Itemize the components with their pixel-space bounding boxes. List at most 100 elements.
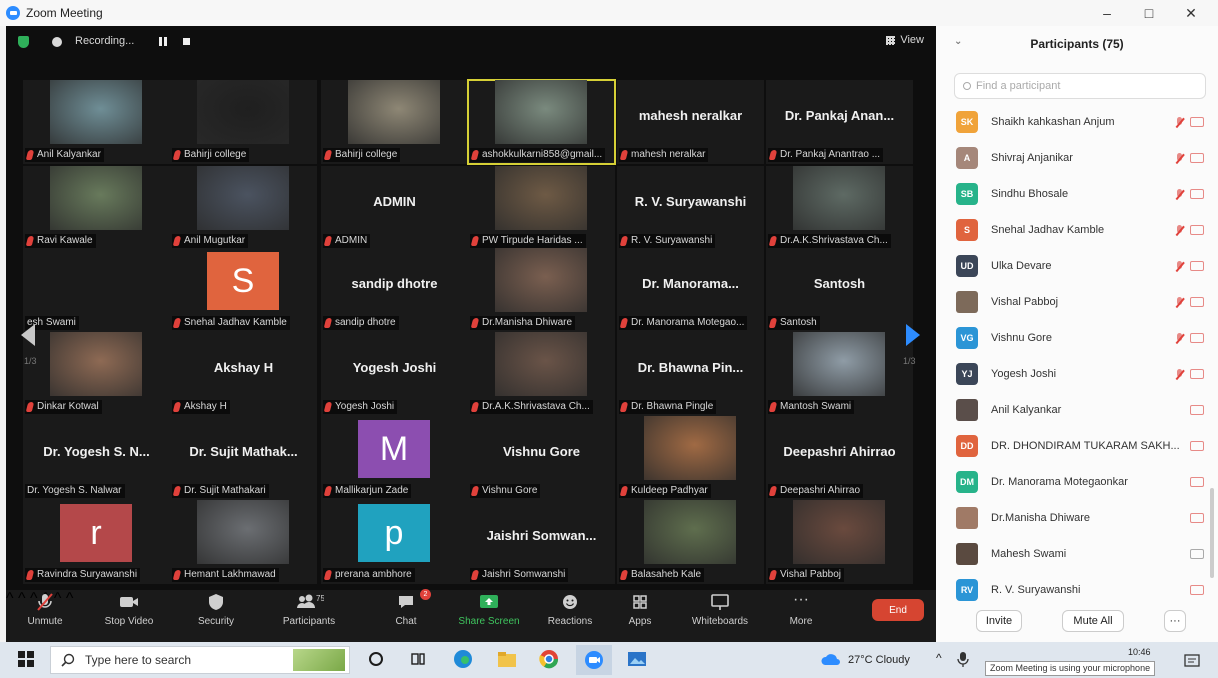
zoom-taskbar-button[interactable]	[576, 645, 612, 675]
audio-options-caret-icon[interactable]: ^	[6, 590, 14, 607]
muted-microphone-icon	[25, 570, 35, 580]
stop-video-button[interactable]: Stop Video	[98, 592, 160, 627]
weather-cloud-icon[interactable]	[820, 652, 842, 666]
participant-video-tile[interactable]: Anil Kalyankar	[23, 80, 170, 164]
security-button[interactable]: Security	[191, 592, 241, 627]
participant-video-tile[interactable]: Dr. Sujit Mathak... Dr. Sujit Mathakari	[170, 416, 317, 500]
participant-video-tile[interactable]: Bahirji college	[321, 80, 468, 164]
stop-recording-icon[interactable]	[183, 38, 190, 45]
video-off-icon	[1190, 585, 1204, 595]
participant-list-item[interactable]: RV R. V. Suryawanshi	[956, 572, 1204, 608]
panel-more-button[interactable]: ···	[1164, 610, 1186, 632]
participant-list-item[interactable]: VG Vishnu Gore	[956, 320, 1204, 356]
share-screen-button[interactable]: Share Screen	[454, 592, 524, 627]
participant-video-tile[interactable]: Dr. Bhawna Pin... Dr. Bhawna Pingle	[617, 332, 764, 416]
participant-video-tile[interactable]: Dr.A.K.Shrivastava Ch...	[766, 166, 913, 250]
participant-video-tile[interactable]: Balasaheb Kale	[617, 500, 764, 584]
participant-video-tile[interactable]: Bahirji college	[170, 80, 317, 164]
invite-button[interactable]: Invite	[976, 610, 1022, 632]
participant-video-tile[interactable]: Dr. Manorama... Dr. Manorama Motegao...	[617, 248, 764, 332]
participant-video-tile[interactable]: Ravi Kawale	[23, 166, 170, 250]
unmute-button[interactable]: Unmute	[20, 592, 70, 627]
participant-video-tile[interactable]: r Ravindra Suryawanshi	[23, 500, 170, 584]
participant-name-text: Ravindra Suryawanshi	[37, 569, 138, 580]
view-button[interactable]: View	[886, 34, 924, 46]
participant-video-tile[interactable]: Jaishri Somwan... Jaishri Somwanshi	[468, 500, 615, 584]
participant-video-tile[interactable]: esh Swami	[23, 248, 170, 332]
participant-list-item[interactable]: YJ Yogesh Joshi	[956, 356, 1204, 392]
participant-list-item[interactable]: Dr.Manisha Dhiware	[956, 500, 1204, 536]
find-participant-input[interactable]: Find a participant	[954, 73, 1206, 99]
participant-video-tile[interactable]: sandip dhotre sandip dhotre	[321, 248, 468, 332]
participant-video-tile[interactable]: Mantosh Swami	[766, 332, 913, 416]
weather-text[interactable]: 27°C Cloudy	[848, 654, 910, 666]
participant-name-text: Akshay H	[184, 401, 227, 412]
participant-name-label: Dr. Bhawna Pingle	[619, 400, 717, 414]
participant-video-tile[interactable]: R. V. Suryawanshi R. V. Suryawanshi	[617, 166, 764, 250]
participant-video-tile[interactable]: Vishal Pabboj	[766, 500, 913, 584]
participant-list-item[interactable]: UD Ulka Devare	[956, 248, 1204, 284]
chrome-browser-icon[interactable]	[538, 648, 560, 670]
chat-button[interactable]: 2 Chat	[386, 589, 431, 627]
mute-all-button[interactable]: Mute All	[1062, 610, 1124, 632]
participant-list-item[interactable]: Anil Kalyankar	[956, 392, 1204, 428]
cortana-icon[interactable]	[368, 651, 384, 667]
participant-video-tile[interactable]: Akshay H Akshay H	[170, 332, 317, 416]
edge-browser-icon[interactable]	[452, 648, 474, 670]
participant-list-item[interactable]: SK Shaikh kahkashan Anjum	[956, 104, 1204, 140]
participant-video-tile[interactable]: p prerana ambhore	[321, 500, 468, 584]
participant-video-tile[interactable]: Anil Mugutkar	[170, 166, 317, 250]
participant-video-tile[interactable]: S Snehal Jadhav Kamble	[170, 248, 317, 332]
whiteboards-button[interactable]: Whiteboards	[686, 592, 754, 627]
photos-app-icon[interactable]	[626, 648, 648, 670]
more-button[interactable]: ··· More	[781, 592, 821, 628]
collapse-panel-chevron-icon[interactable]: ⌄	[954, 36, 962, 47]
participant-video-tile[interactable]: ashokkulkarni858@gmail...	[467, 79, 616, 165]
participant-video-tile[interactable]: Yogesh Joshi Yogesh Joshi	[321, 332, 468, 416]
participants-button[interactable]: 75 Participants	[276, 592, 342, 627]
participant-list-item[interactable]: DD DR. DHONDIRAM TUKARAM SAKH...	[956, 428, 1204, 464]
participant-video-tile[interactable]: Hemant Lakhmawad	[170, 500, 317, 584]
participant-video-tile[interactable]: PW Tirpude Haridas ...	[468, 166, 615, 250]
participant-list-scrollbar[interactable]	[1210, 488, 1214, 578]
task-view-icon[interactable]	[410, 651, 426, 667]
muted-microphone-icon	[619, 486, 629, 496]
previous-page-arrow-icon[interactable]	[21, 324, 35, 346]
participant-video-tile[interactable]: Deepashri Ahirrao Deepashri Ahirrao	[766, 416, 913, 500]
participant-video-tile[interactable]: Dinkar Kotwal	[23, 332, 170, 416]
windows-start-icon[interactable]	[18, 651, 34, 667]
participant-video-tile[interactable]: Vishnu Gore Vishnu Gore	[468, 416, 615, 500]
microphone-in-use-icon[interactable]	[956, 651, 970, 667]
pause-recording-icon[interactable]	[159, 37, 167, 46]
participant-list-item[interactable]: A Shivraj Anjanikar	[956, 140, 1204, 176]
participant-list-item[interactable]: S Snehal Jadhav Kamble	[956, 212, 1204, 248]
file-explorer-icon[interactable]	[496, 648, 518, 670]
participant-video-tile[interactable]: mahesh neralkar mahesh neralkar	[617, 80, 764, 164]
participant-avatar	[956, 291, 978, 313]
participant-list-item[interactable]: SB Sindhu Bhosale	[956, 176, 1204, 212]
participant-list-item[interactable]: DM Dr. Manorama Motegaonkar	[956, 464, 1204, 500]
participant-video-tile[interactable]: Dr.A.K.Shrivastava Ch...	[468, 332, 615, 416]
participant-list-item[interactable]: Mahesh Swami	[956, 536, 1204, 572]
security-shield-icon[interactable]	[18, 36, 29, 48]
participant-video-tile[interactable]: Dr.Manisha Dhiware	[468, 248, 615, 332]
participant-video-feed	[495, 80, 587, 144]
end-meeting-button[interactable]: End	[872, 599, 924, 621]
notifications-icon[interactable]	[1184, 654, 1200, 668]
reactions-button[interactable]: Reactions	[542, 592, 598, 627]
taskbar-search-box[interactable]: Type here to search	[50, 646, 350, 674]
participant-video-tile[interactable]: M Mallikarjun Zade	[321, 416, 468, 500]
next-page-arrow-icon[interactable]	[906, 324, 920, 346]
participant-video-tile[interactable]: Dr. Pankaj Anan... Dr. Pankaj Anantrao ..…	[766, 80, 913, 164]
maximize-button[interactable]: □	[1128, 0, 1170, 26]
taskbar-clock[interactable]: 10:46	[1128, 647, 1151, 657]
minimize-button[interactable]: –	[1086, 0, 1128, 26]
participant-video-tile[interactable]: Santosh Santosh	[766, 248, 913, 332]
close-button[interactable]: ✕	[1170, 0, 1212, 26]
participant-video-tile[interactable]: ADMIN ADMIN	[321, 166, 468, 250]
participant-video-tile[interactable]: Dr. Yogesh S. N... Dr. Yogesh S. Nalwar	[23, 416, 170, 500]
show-hidden-icons-caret-icon[interactable]: ^	[936, 651, 942, 665]
participant-list-item[interactable]: Vishal Pabboj	[956, 284, 1204, 320]
apps-button[interactable]: Apps	[620, 592, 660, 627]
participant-video-tile[interactable]: Kuldeep Padhyar	[617, 416, 764, 500]
